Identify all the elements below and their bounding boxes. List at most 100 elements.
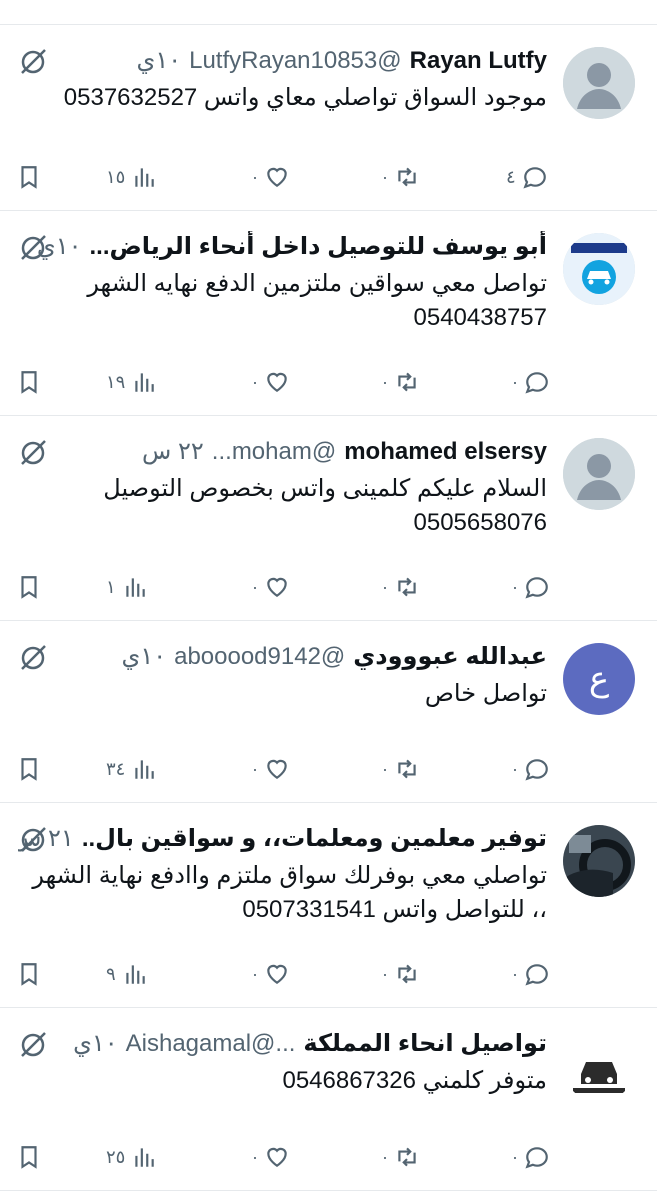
display-name[interactable]: أبو يوسف للتوصيل داخل أنحاء الرياض... (90, 231, 548, 263)
like-button[interactable]: · (246, 572, 290, 602)
tweet-actions: ١٩ · · · (16, 367, 550, 397)
retweet-button[interactable]: · (376, 367, 420, 397)
views-button[interactable]: ١٥ (106, 162, 157, 192)
retweet-icon (398, 759, 416, 779)
like-button[interactable]: · (246, 367, 290, 397)
timestamp[interactable]: ٢٢ س (142, 436, 204, 468)
bookmark-icon (21, 166, 37, 189)
tweet-actions: ١٥ · · ٤ (16, 162, 547, 192)
views-button[interactable]: ٩ (106, 959, 148, 989)
views-button[interactable]: ١٩ (106, 367, 157, 397)
reply-icon (525, 577, 548, 599)
tweet-card[interactable]: Rayan Lutfy @LutfyRayan10853 ١٠ي موجود ا… (0, 25, 657, 211)
views-button[interactable]: ٣٤ (106, 754, 157, 784)
tweet-card[interactable]: ع عبدالله عبووودي @abooood9142 ١٠ي تواصل… (0, 621, 657, 803)
bookmark-button[interactable] (16, 367, 42, 397)
user-handle[interactable]: ...@Aishagamal (126, 1028, 296, 1060)
retweet-button[interactable]: · (376, 754, 420, 784)
display-name[interactable]: Rayan Lutfy (410, 45, 547, 77)
grok-icon[interactable] (18, 233, 48, 263)
previous-tweet-fragment (0, 0, 657, 25)
timeline-feed: Rayan Lutfy @LutfyRayan10853 ١٠ي موجود ا… (0, 0, 657, 1200)
timestamp[interactable]: ١٠ي (122, 641, 167, 673)
avatar[interactable] (563, 233, 635, 305)
bookmark-icon (21, 1146, 37, 1169)
retweet-icon (398, 372, 416, 392)
retweet-button[interactable]: · (376, 959, 420, 989)
user-handle[interactable]: @abooood9142 (174, 641, 345, 673)
heart-icon (267, 759, 287, 779)
user-handle[interactable]: @moham... (212, 436, 336, 468)
grok-icon[interactable] (18, 1030, 48, 1060)
views-count: ٩ (106, 963, 116, 984)
display-name[interactable]: تواصيل انحاء المملكة (303, 1028, 547, 1060)
heart-icon (267, 577, 287, 597)
tweet-card[interactable]: mohamed elsersy @moham... ٢٢ س السلام عل… (0, 416, 657, 621)
avatar[interactable]: ع (563, 643, 635, 715)
tweet-actions: ٢٥ · · · (16, 1142, 550, 1172)
retweet-button[interactable]: · (376, 162, 420, 192)
retweet-button[interactable]: · (376, 572, 420, 602)
tweet-card[interactable]: تواصيل انحاء المملكة ...@Aishagamal ١٠ي … (0, 1008, 657, 1191)
retweet-icon (398, 167, 416, 187)
bookmark-icon (21, 758, 37, 781)
bookmark-button[interactable] (16, 162, 42, 192)
timestamp[interactable]: ١٠ي (73, 1028, 118, 1060)
bookmark-button[interactable] (16, 754, 42, 784)
views-icon (126, 578, 145, 597)
reply-icon (525, 372, 548, 394)
tweet-actions: ١ · · · (16, 572, 550, 602)
bookmark-button[interactable] (16, 1142, 42, 1172)
views-icon (135, 168, 155, 187)
display-name[interactable]: عبدالله عبووودي (353, 641, 547, 673)
reply-icon (525, 1147, 548, 1169)
reply-icon (525, 964, 548, 986)
tweet-card[interactable]: توفير معلمين ومعلمات،، و سواقين بال.. ٢١… (0, 803, 657, 1008)
heart-icon (267, 167, 287, 187)
views-count: ٢٥ (106, 1146, 126, 1167)
timestamp[interactable]: ١٠ي (137, 45, 182, 77)
reply-count: ٤ (506, 166, 516, 187)
bookmark-button[interactable] (16, 572, 42, 602)
tweet-card[interactable]: أبو يوسف للتوصيل داخل أنحاء الرياض... ١٠… (0, 211, 657, 416)
views-icon (135, 1148, 155, 1167)
like-button[interactable]: · (246, 754, 290, 784)
views-count: ١٩ (106, 371, 126, 392)
reply-button[interactable]: · (506, 1142, 550, 1172)
views-count: ١٥ (106, 166, 126, 187)
tweet-text: السلام عليكم كلمينى واتس بخصوص التوصيل 0… (103, 475, 547, 536)
like-button[interactable]: · (246, 959, 290, 989)
grok-icon[interactable] (18, 438, 48, 468)
tweet-text: تواصل معي سواقين ملتزمين الدفع نهايه الش… (87, 270, 547, 331)
views-button[interactable]: ١ (106, 572, 148, 602)
heart-icon (267, 1147, 287, 1167)
avatar[interactable] (563, 825, 635, 897)
tweet-actions: ٩ · · · (16, 959, 550, 989)
retweet-icon (398, 1147, 416, 1167)
views-button[interactable]: ٢٥ (106, 1142, 157, 1172)
grok-icon[interactable] (18, 47, 48, 77)
retweet-button[interactable]: · (376, 1142, 420, 1172)
avatar[interactable] (563, 1030, 635, 1102)
user-handle[interactable]: @LutfyRayan10853 (189, 45, 402, 77)
grok-icon[interactable] (18, 825, 48, 855)
retweet-icon (398, 964, 416, 984)
reply-button[interactable]: · (506, 754, 550, 784)
avatar[interactable] (563, 47, 635, 119)
reply-icon (523, 167, 546, 189)
display-name[interactable]: توفير معلمين ومعلمات،، و سواقين بال.. (82, 823, 547, 855)
grok-icon[interactable] (18, 643, 48, 673)
tweet-text: تواصل خاص (424, 680, 547, 707)
reply-button[interactable]: ٤ (506, 162, 548, 192)
reply-button[interactable]: · (506, 367, 550, 397)
reply-icon (525, 759, 548, 781)
reply-button[interactable]: · (506, 572, 550, 602)
reply-button[interactable]: · (506, 959, 550, 989)
like-button[interactable]: · (246, 162, 290, 192)
like-button[interactable]: · (246, 1142, 290, 1172)
display-name[interactable]: mohamed elsersy (344, 436, 547, 468)
heart-icon (267, 372, 287, 392)
avatar[interactable] (563, 438, 635, 510)
bookmark-button[interactable] (16, 959, 42, 989)
bookmark-icon (21, 576, 37, 599)
